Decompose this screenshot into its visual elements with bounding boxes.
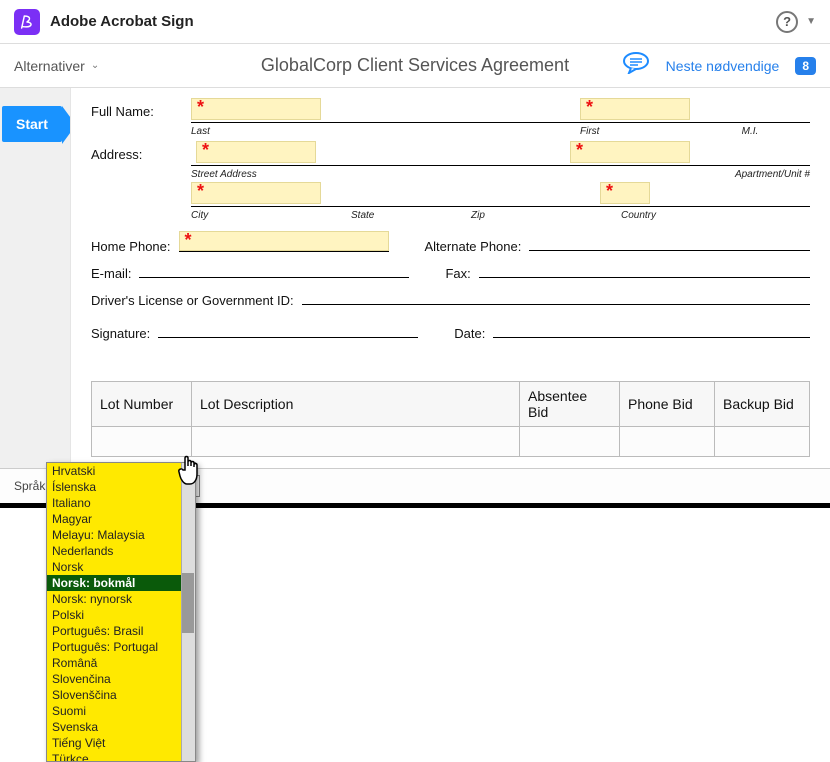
col-absentee: Absentee Bid [520, 382, 620, 427]
input-firstname[interactable]: * [580, 98, 690, 120]
row-fullname: Full Name: * * Last First [91, 98, 810, 137]
input-drivers[interactable] [302, 291, 810, 305]
language-option[interactable]: Tiếng Việt [47, 735, 195, 751]
input-lastname[interactable]: * [191, 98, 321, 120]
cell[interactable] [192, 427, 520, 457]
language-option[interactable]: Norsk: nynorsk [47, 591, 195, 607]
language-option[interactable]: Suomi [47, 703, 195, 719]
language-option[interactable]: Svenska [47, 719, 195, 735]
cell[interactable] [520, 427, 620, 457]
input-apartment[interactable]: * [570, 141, 690, 163]
sublabel-last: Last [191, 126, 321, 137]
language-option[interactable]: Polski [47, 607, 195, 623]
header-right: ? ▼ [776, 11, 816, 33]
row-sigdate: Signature: Date: [91, 324, 810, 341]
label-altphone: Alternate Phone: [425, 239, 522, 254]
language-option[interactable]: Íslenska [47, 479, 195, 495]
label-drivers: Driver's License or Government ID: [91, 293, 294, 308]
input-homephone[interactable]: * [179, 231, 389, 251]
options-menu[interactable]: Alternativer ⌄ [14, 58, 99, 74]
input-altphone[interactable] [529, 237, 810, 251]
col-lotnumber: Lot Number [92, 382, 192, 427]
scrollbar[interactable] [181, 463, 195, 761]
col-lotdesc: Lot Description [192, 382, 520, 427]
language-option[interactable]: Norsk [47, 559, 195, 575]
col-backupbid: Backup Bid [715, 382, 810, 427]
main-area: Start Full Name: * * Last [0, 88, 830, 468]
chevron-down-icon: ⌄ [91, 60, 99, 71]
input-email[interactable] [139, 264, 409, 278]
header-left: Adobe Acrobat Sign [14, 9, 194, 35]
sublabel-state: State [351, 210, 471, 221]
cell[interactable] [620, 427, 715, 457]
row-address: Address: * * Street Address Apartment/Un… [91, 141, 810, 221]
label-email: E-mail: [91, 266, 131, 281]
language-option[interactable]: Italiano [47, 495, 195, 511]
row-drivers: Driver's License or Government ID: [91, 291, 810, 308]
input-fax[interactable] [479, 264, 810, 278]
acrobat-icon [14, 9, 40, 35]
label-signature: Signature: [91, 326, 150, 341]
language-option[interactable]: Română [47, 655, 195, 671]
language-option[interactable]: Magyar [47, 511, 195, 527]
sublabel-city: City [191, 210, 351, 221]
label-date: Date: [454, 326, 485, 341]
language-option[interactable]: Português: Brasil [47, 623, 195, 639]
input-street[interactable]: * [196, 141, 316, 163]
form-area: Full Name: * * Last First [70, 88, 830, 468]
app-header: Adobe Acrobat Sign ? ▼ [0, 0, 830, 44]
label-fax: Fax: [445, 266, 470, 281]
language-option[interactable]: Português: Portugal [47, 639, 195, 655]
comment-icon[interactable] [622, 52, 650, 79]
start-button[interactable]: Start [2, 106, 62, 142]
input-zip[interactable]: * [600, 182, 650, 204]
language-option[interactable]: Nederlands [47, 543, 195, 559]
app-title: Adobe Acrobat Sign [50, 13, 194, 30]
row-phones: Home Phone: * Alternate Phone: [91, 231, 810, 254]
language-option[interactable]: Melayu: Malaysia [47, 527, 195, 543]
table-row [92, 427, 810, 457]
input-signature[interactable] [158, 324, 418, 338]
label-fullname: Full Name: [91, 98, 191, 119]
label-homephone: Home Phone: [91, 239, 171, 254]
document-title: GlobalCorp Client Services Agreement [261, 55, 569, 76]
toolbar-right: Neste nødvendige 8 [622, 52, 816, 79]
language-option[interactable]: Slovenščina [47, 687, 195, 703]
help-icon[interactable]: ? [776, 11, 798, 33]
language-dropdown[interactable]: HrvatskiÍslenskaItalianoMagyarMelayu: Ma… [46, 462, 196, 762]
language-option[interactable]: Hrvatski [47, 463, 195, 479]
scrollbar-thumb[interactable] [182, 573, 194, 633]
col-phonebid: Phone Bid [620, 382, 715, 427]
cell[interactable] [92, 427, 192, 457]
bid-table: Lot Number Lot Description Absentee Bid … [91, 381, 810, 457]
row-emailfax: E-mail: Fax: [91, 264, 810, 281]
chevron-down-icon[interactable]: ▼ [806, 16, 816, 27]
sidebar: Start [0, 88, 70, 468]
required-count-badge: 8 [795, 57, 816, 75]
cell[interactable] [715, 427, 810, 457]
sublabel-mi: M.I. [690, 126, 810, 137]
next-required-link[interactable]: Neste nødvendige [666, 58, 780, 74]
language-label: Språk [14, 479, 45, 493]
sublabel-first: First [580, 126, 690, 137]
sublabel-street: Street Address [191, 169, 680, 180]
sublabel-country: Country [591, 210, 810, 221]
sublabel-apt: Apartment/Unit # [680, 169, 810, 180]
options-label: Alternativer [14, 58, 85, 74]
language-option[interactable]: Slovenčina [47, 671, 195, 687]
label-address: Address: [91, 141, 191, 162]
input-city[interactable]: * [191, 182, 321, 204]
sublabel-zip: Zip [471, 210, 591, 221]
input-date[interactable] [493, 324, 810, 338]
language-option[interactable]: Norsk: bokmål [47, 575, 195, 591]
toolbar: Alternativer ⌄ GlobalCorp Client Service… [0, 44, 830, 88]
